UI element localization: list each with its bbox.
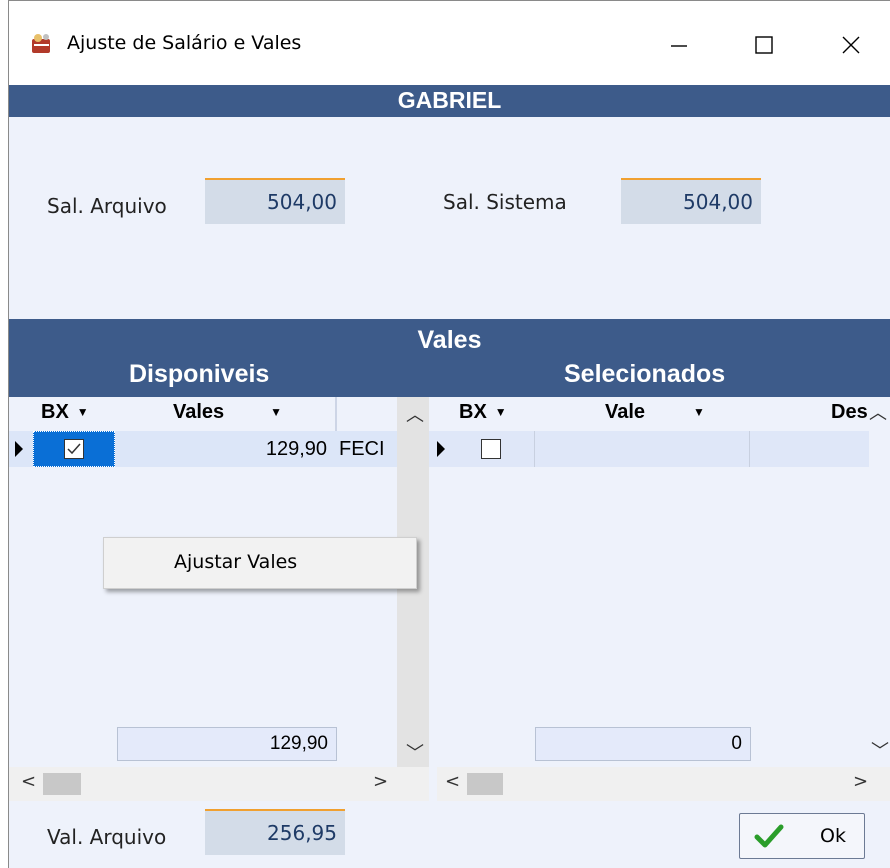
arrow-left-icon[interactable]: < bbox=[21, 771, 36, 792]
salary-system-field[interactable]: 504,00 bbox=[621, 178, 761, 224]
selected-desc-cell bbox=[759, 431, 869, 467]
salary-file-label: Sal. Arquivo bbox=[47, 194, 167, 218]
available-row[interactable]: 129,90 FECI bbox=[9, 431, 397, 467]
file-value-field[interactable]: 256,95 bbox=[205, 809, 345, 855]
available-total-field: 129,90 bbox=[117, 727, 337, 761]
arrow-up-icon[interactable]: ︿ bbox=[406, 401, 424, 427]
salary-system-label: Sal. Sistema bbox=[443, 190, 567, 214]
selected-vscroll[interactable]: ﹀ bbox=[869, 431, 890, 767]
chevron-down-icon: ▼ bbox=[270, 405, 283, 419]
app-icon bbox=[32, 34, 50, 53]
selected-col-bx[interactable]: BX ▼ bbox=[459, 401, 507, 424]
selected-title: Selecionados bbox=[564, 360, 726, 388]
checkmark-icon bbox=[754, 824, 784, 848]
selected-col-vale[interactable]: Vale ▼ bbox=[605, 401, 705, 424]
chevron-down-icon: ▼ bbox=[494, 405, 507, 419]
salary-file-field[interactable]: 504,00 bbox=[205, 178, 345, 224]
checkmark-icon bbox=[67, 443, 81, 455]
arrow-left-icon[interactable]: < bbox=[445, 771, 460, 792]
dialog-window: Ajuste de Salário e Vales GABRIEL Sal. A… bbox=[8, 0, 890, 868]
chevron-down-icon: ▼ bbox=[693, 405, 705, 419]
arrow-right-icon[interactable]: > bbox=[373, 771, 388, 792]
selected-col-des[interactable]: Des bbox=[831, 401, 868, 424]
available-hscroll[interactable]: < > bbox=[9, 767, 429, 801]
selected-checkbox[interactable] bbox=[481, 439, 501, 459]
vales-band: Vales Disponiveis Selecionados bbox=[9, 319, 890, 397]
selected-value-cell bbox=[539, 431, 750, 467]
ok-button[interactable]: Ok bbox=[739, 813, 865, 859]
available-bx-cell[interactable] bbox=[33, 431, 115, 467]
close-button[interactable] bbox=[831, 23, 871, 67]
available-value-cell: 129,90 bbox=[265, 438, 327, 460]
context-menu-item-ajustar-vales[interactable]: Ajustar Vales bbox=[174, 551, 297, 573]
maximize-button[interactable] bbox=[744, 23, 784, 67]
available-title: Disponiveis bbox=[129, 360, 270, 388]
selected-grid-header: BX ▼ Vale ▼ Des ︿ bbox=[429, 397, 890, 431]
row-pointer-icon bbox=[437, 441, 445, 457]
selected-row[interactable] bbox=[429, 431, 869, 467]
minimize-icon bbox=[671, 45, 687, 47]
window-title: Ajuste de Salário e Vales bbox=[67, 32, 302, 54]
maximize-icon bbox=[755, 36, 773, 54]
close-icon bbox=[842, 36, 860, 54]
available-grid-header: BX ▼ Vales ▼ bbox=[9, 397, 429, 431]
available-checkbox[interactable] bbox=[64, 439, 84, 459]
arrow-down-icon[interactable]: ﹀ bbox=[871, 737, 889, 763]
arrow-right-icon[interactable]: > bbox=[853, 771, 868, 792]
available-col-bx[interactable]: BX ▼ bbox=[41, 401, 89, 424]
selected-bx-cell[interactable] bbox=[453, 431, 535, 467]
available-hscroll-thumb[interactable] bbox=[43, 773, 81, 795]
arrow-up-icon[interactable]: ︿ bbox=[869, 399, 887, 425]
vales-title: Vales bbox=[417, 326, 482, 354]
ok-button-label: Ok bbox=[820, 825, 846, 847]
selected-grid[interactable]: BX ▼ Vale ▼ Des ︿ ﹀ 0 bbox=[429, 397, 890, 767]
title-bar: Ajuste de Salário e Vales bbox=[9, 1, 890, 85]
employee-name-band: GABRIEL bbox=[9, 85, 890, 117]
arrow-down-icon[interactable]: ﹀ bbox=[406, 739, 424, 765]
minimize-button[interactable] bbox=[659, 23, 699, 67]
row-pointer-icon bbox=[15, 441, 23, 457]
selected-total-field: 0 bbox=[535, 727, 751, 761]
available-col-vales[interactable]: Vales ▼ bbox=[173, 401, 282, 424]
available-desc-cell: FECI bbox=[339, 438, 385, 460]
file-value-label: Val. Arquivo bbox=[47, 825, 167, 849]
selected-hscroll[interactable]: < > bbox=[437, 767, 890, 801]
context-menu: Ajustar Vales bbox=[103, 537, 417, 589]
employee-name: GABRIEL bbox=[397, 87, 502, 113]
selected-hscroll-thumb[interactable] bbox=[467, 773, 503, 795]
chevron-down-icon: ▼ bbox=[76, 405, 89, 419]
